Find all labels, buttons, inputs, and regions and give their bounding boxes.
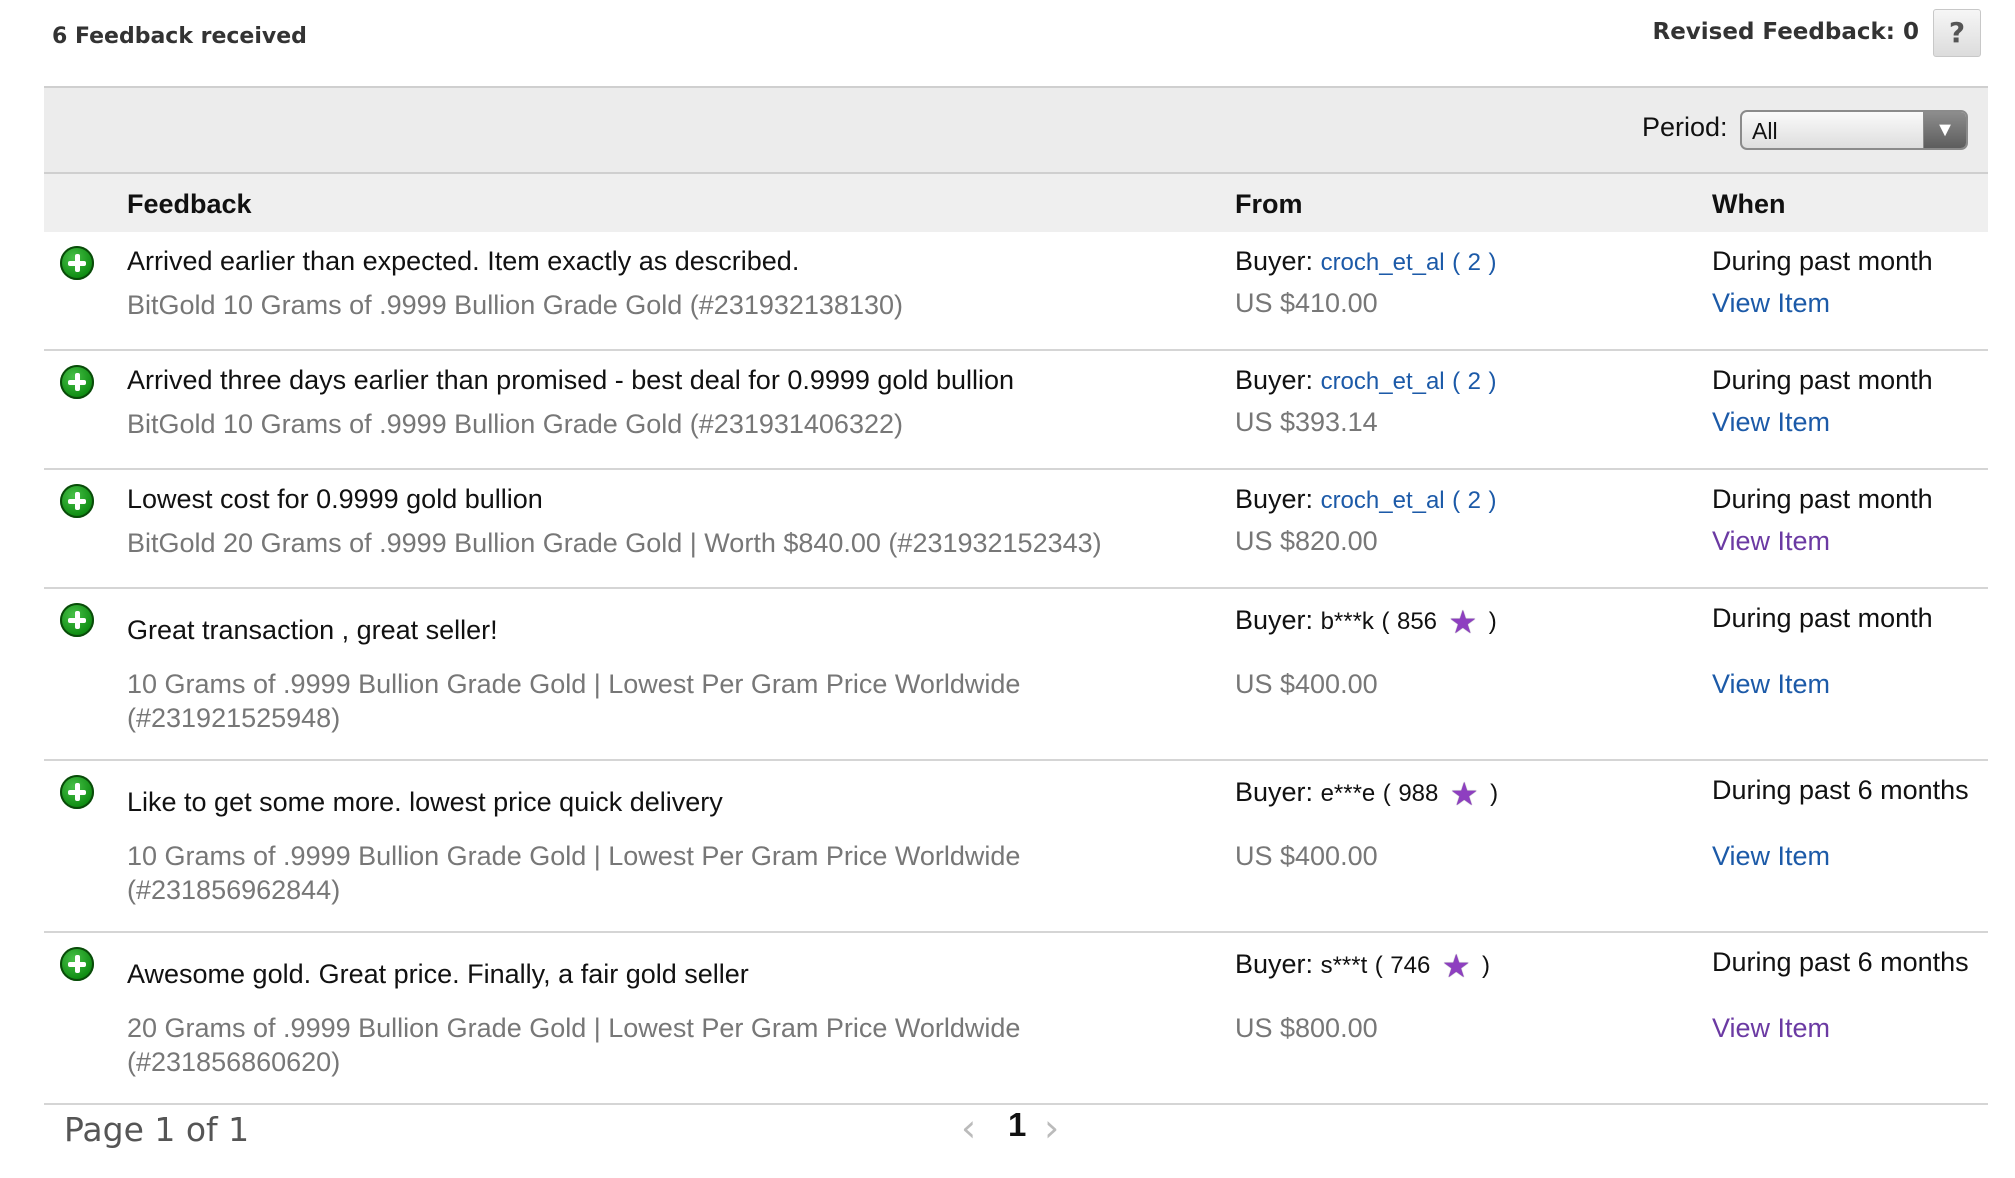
positive-rating-icon: [60, 484, 94, 518]
buyer-info: Buyer: e***e ( 988 ★ ): [1235, 775, 1498, 813]
buyer-label: Buyer:: [1235, 365, 1314, 395]
feedback-when: During past month: [1712, 365, 1933, 395]
view-item-link[interactable]: View Item: [1712, 288, 1830, 319]
buyer-name: e***e: [1320, 780, 1376, 807]
feedback-when: During past 6 months: [1712, 947, 1969, 977]
score-open: (: [1374, 952, 1383, 979]
purple-star-icon: ★: [1448, 604, 1478, 640]
feedback-when: During past month: [1712, 484, 1933, 514]
table-row: Like to get some more. lowest price quic…: [44, 761, 1988, 933]
buyer-score: 746: [1390, 952, 1431, 979]
feedback-comment: Great transaction , great seller!: [127, 615, 498, 645]
buyer-info: Buyer: croch_et_al ( 2 ): [1235, 484, 1497, 515]
score-open: (: [1452, 368, 1461, 395]
item-price: US $393.14: [1235, 407, 1378, 437]
item-price: US $800.00: [1235, 1013, 1378, 1043]
positive-rating-icon: [60, 246, 94, 280]
buyer-name: s***t: [1320, 952, 1368, 979]
buyer-info: Buyer: croch_et_al ( 2 ): [1235, 365, 1497, 396]
score-close: ): [1482, 952, 1491, 979]
table-row: Great transaction , great seller! 10 Gra…: [44, 589, 1988, 761]
buyer-score-link[interactable]: 2: [1468, 368, 1481, 395]
score-close: ): [1488, 249, 1497, 276]
chevron-right-icon[interactable]: ›: [1044, 1106, 1059, 1150]
chevron-left-icon[interactable]: ‹: [961, 1106, 976, 1150]
buyer-score-link[interactable]: 2: [1468, 487, 1481, 514]
help-button[interactable]: ?: [1933, 9, 1981, 57]
table-header: Feedback From When: [44, 174, 1988, 232]
period-select[interactable]: All ▼: [1740, 110, 1968, 150]
score-open: (: [1452, 487, 1461, 514]
buyer-label: Buyer:: [1235, 777, 1314, 807]
positive-rating-icon: [60, 365, 94, 399]
feedback-when: During past month: [1712, 603, 1933, 633]
buyer-info: Buyer: s***t ( 746 ★ ): [1235, 947, 1490, 985]
item-title: 10 Grams of .9999 Bullion Grade Gold | L…: [127, 669, 1021, 733]
page-number-current[interactable]: 1: [1008, 1106, 1026, 1144]
feedback-comment: Awesome gold. Great price. Finally, a fa…: [127, 959, 749, 989]
buyer-link[interactable]: croch_et_al: [1321, 487, 1445, 514]
feedback-count: 6 Feedback received: [52, 24, 307, 49]
table-row: Arrived earlier than expected. Item exac…: [44, 232, 1988, 351]
buyer-score: 856: [1396, 608, 1438, 635]
buyer-link[interactable]: croch_et_al: [1321, 249, 1445, 276]
item-price: US $410.00: [1235, 288, 1378, 318]
feedback-comment: Like to get some more. lowest price quic…: [127, 787, 723, 817]
buyer-link[interactable]: croch_et_al: [1321, 368, 1445, 395]
score-open: (: [1452, 249, 1461, 276]
period-label: Period:: [1642, 112, 1728, 142]
pagination: Page 1 of 1 ‹ 1 ›: [44, 1098, 1988, 1158]
score-close: ): [1488, 487, 1497, 514]
buyer-label: Buyer:: [1235, 246, 1314, 276]
table-row: Awesome gold. Great price. Finally, a fa…: [44, 933, 1988, 1105]
item-price: US $400.00: [1235, 841, 1378, 871]
score-open: (: [1381, 608, 1390, 635]
buyer-label: Buyer:: [1235, 484, 1314, 514]
item-title: BitGold 10 Grams of .9999 Bullion Grade …: [127, 409, 903, 439]
feedback-panel: Period: All ▼ Feedback From When Arrived…: [44, 86, 1988, 1105]
item-title: 10 Grams of .9999 Bullion Grade Gold | L…: [127, 841, 1021, 905]
column-header-feedback: Feedback: [127, 189, 252, 219]
score-close: ): [1488, 608, 1497, 635]
revised-feedback-count: Revised Feedback: 0: [1652, 19, 1919, 45]
purple-star-icon: ★: [1441, 948, 1471, 984]
buyer-name: b***k: [1320, 608, 1374, 635]
view-item-link[interactable]: View Item: [1712, 841, 1830, 872]
item-title: BitGold 20 Grams of .9999 Bullion Grade …: [127, 528, 1102, 558]
score-close: ): [1490, 780, 1499, 807]
item-title: 20 Grams of .9999 Bullion Grade Gold | L…: [127, 1013, 1021, 1077]
item-price: US $400.00: [1235, 669, 1378, 699]
feedback-comment: Lowest cost for 0.9999 gold bullion: [127, 484, 543, 514]
score-close: ): [1488, 368, 1497, 395]
buyer-label: Buyer:: [1235, 949, 1314, 979]
positive-rating-icon: [60, 947, 94, 981]
positive-rating-icon: [60, 775, 94, 809]
view-item-link[interactable]: View Item: [1712, 526, 1830, 557]
feedback-comment: Arrived earlier than expected. Item exac…: [127, 246, 800, 276]
table-row: Lowest cost for 0.9999 gold bullion BitG…: [44, 470, 1988, 589]
buyer-info: Buyer: b***k ( 856 ★ ): [1235, 603, 1497, 641]
feedback-when: During past 6 months: [1712, 775, 1969, 805]
view-item-link[interactable]: View Item: [1712, 407, 1830, 438]
view-item-link[interactable]: View Item: [1712, 669, 1830, 700]
chevron-down-icon[interactable]: ▼: [1923, 112, 1966, 148]
buyer-info: Buyer: croch_et_al ( 2 ): [1235, 246, 1497, 277]
item-title: BitGold 10 Grams of .9999 Bullion Grade …: [127, 290, 903, 320]
buyer-score: 988: [1398, 780, 1439, 807]
purple-star-icon: ★: [1449, 776, 1479, 812]
view-item-link[interactable]: View Item: [1712, 1013, 1830, 1044]
period-bar: Period: All ▼: [44, 88, 1988, 174]
column-header-from: From: [1235, 189, 1303, 219]
item-price: US $820.00: [1235, 526, 1378, 556]
feedback-when: During past month: [1712, 246, 1933, 276]
positive-rating-icon: [60, 603, 94, 637]
table-row: Arrived three days earlier than promised…: [44, 351, 1988, 470]
buyer-score-link[interactable]: 2: [1468, 249, 1481, 276]
page-indicator: Page 1 of 1: [64, 1110, 250, 1149]
buyer-label: Buyer:: [1235, 605, 1314, 635]
feedback-comment: Arrived three days earlier than promised…: [127, 365, 1015, 395]
score-open: (: [1382, 780, 1391, 807]
column-header-when: When: [1712, 189, 1786, 219]
period-selected-value: All: [1752, 118, 1778, 144]
